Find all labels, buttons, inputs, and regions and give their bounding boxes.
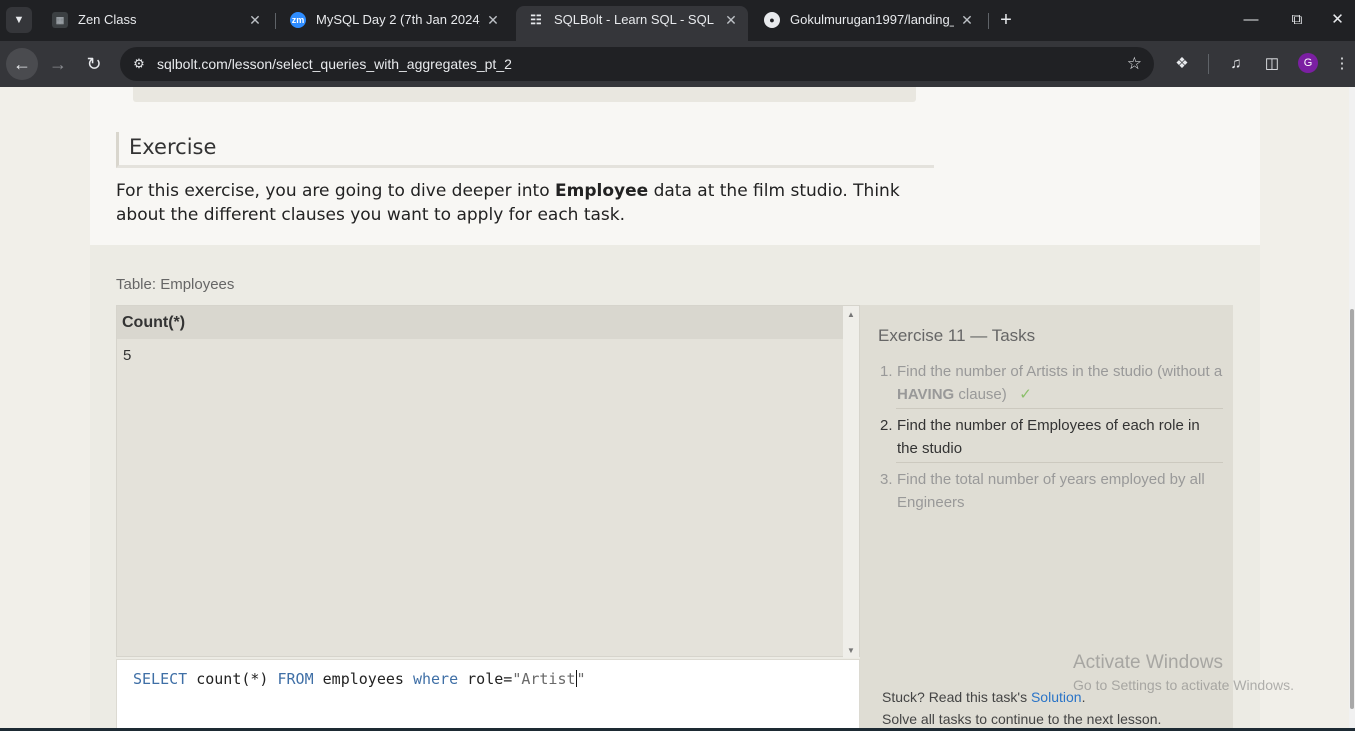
- task-bold: HAVING: [897, 386, 955, 403]
- back-arrow-icon[interactable]: ←: [6, 48, 38, 80]
- zoom-icon: zm: [290, 12, 306, 28]
- sql-keyword: where: [412, 670, 459, 688]
- results-header: Count(*): [117, 306, 844, 339]
- sql-editor[interactable]: SELECT count(*) FROM employees where rol…: [116, 659, 860, 731]
- browser-toolbar: ← → ↻ ⚙ sqlbolt.com/lesson/select_querie…: [0, 41, 1355, 87]
- sql-keyword: SELECT: [133, 670, 188, 688]
- checkmark-icon: ✓: [1019, 386, 1032, 403]
- minimize-icon[interactable]: —: [1228, 0, 1274, 40]
- previous-note-box: [133, 87, 916, 102]
- tab-title: Zen Class: [78, 12, 137, 27]
- task-number: 1.: [880, 363, 893, 380]
- restore-icon[interactable]: ⧉: [1274, 0, 1320, 40]
- url-text[interactable]: sqlbolt.com/lesson/select_queries_with_a…: [157, 47, 512, 81]
- task-divider: [896, 462, 1223, 463]
- tab-divider: [988, 13, 989, 29]
- column-header: Count(*): [122, 314, 186, 331]
- page-viewport: Exercise For this exercise, you are goin…: [0, 87, 1355, 731]
- close-tab-icon[interactable]: ✕: [958, 6, 976, 34]
- sql-text: role=: [458, 670, 513, 688]
- exercise-heading: Exercise: [116, 132, 934, 168]
- sql-string: ": [576, 670, 586, 688]
- activate-windows-title: Activate Windows: [1073, 652, 1223, 673]
- description-text: For this exercise, you are going to dive…: [116, 181, 556, 201]
- tab-github[interactable]: ● Gokulmurugan1997/landing_pa ✕: [752, 6, 984, 41]
- task-item-2: 2. Find the number of Employees of each r…: [878, 414, 1223, 460]
- task-divider: [896, 408, 1223, 409]
- close-tab-icon[interactable]: ✕: [246, 6, 264, 34]
- sql-keyword: FROM: [277, 670, 314, 688]
- scroll-up-icon[interactable]: ▲: [843, 308, 859, 322]
- side-panel-icon[interactable]: ◫: [1261, 53, 1283, 75]
- activate-windows-subtitle: Go to Settings to activate Windows.: [1073, 677, 1294, 693]
- results-table: Count(*) 5 ▲ ▼: [116, 305, 860, 658]
- task-item-3: 3. Find the total number of years employe…: [878, 468, 1223, 514]
- tab-zen-class[interactable]: ▦ Zen Class ✕: [40, 6, 272, 41]
- tab-search-chevron-icon[interactable]: ▼: [6, 7, 32, 33]
- more-menu-icon[interactable]: ⋮: [1331, 53, 1353, 75]
- close-tab-icon[interactable]: ✕: [722, 6, 740, 34]
- page-scrollbar[interactable]: [1349, 87, 1355, 731]
- exercise-description: For this exercise, you are going to dive…: [116, 179, 916, 227]
- new-tab-button[interactable]: +: [994, 7, 1018, 33]
- tab-title: SQLBolt - Learn SQL - SQL Less: [554, 12, 718, 27]
- task-text: clause): [954, 386, 1007, 403]
- sql-text: employees: [313, 670, 413, 688]
- page-scrollbar-thumb[interactable]: [1350, 309, 1354, 709]
- task-text: Find the number of Artists in the studio…: [897, 363, 1223, 380]
- task-number: 2.: [880, 417, 893, 434]
- exercise-heading-text: Exercise: [129, 135, 217, 159]
- forward-arrow-icon[interactable]: →: [42, 48, 74, 80]
- extensions-puzzle-icon[interactable]: ❖: [1171, 53, 1193, 75]
- profile-avatar[interactable]: G: [1298, 53, 1318, 73]
- task-item-1: 1. Find the number of Artists in the stud…: [878, 360, 1223, 406]
- sqlbolt-icon: ☷: [530, 12, 542, 27]
- sql-text: count(*): [187, 670, 278, 688]
- site-info-icon[interactable]: ⚙: [130, 55, 148, 73]
- tab-strip: ▼ ▦ Zen Class ✕ zm MySQL Day 2 (7th Jan …: [0, 0, 1355, 41]
- scroll-down-icon[interactable]: ▼: [843, 644, 859, 658]
- tab-title: Gokulmurugan1997/landing_pa: [790, 12, 954, 27]
- close-tab-icon[interactable]: ✕: [484, 6, 502, 34]
- sql-query[interactable]: SELECT count(*) FROM employees where rol…: [133, 670, 586, 688]
- task-text: Find the total number of years employed …: [897, 471, 1205, 511]
- stuck-text: Stuck? Read this task's: [882, 689, 1031, 705]
- lesson-section: Exercise For this exercise, you are goin…: [90, 87, 1260, 245]
- reload-icon[interactable]: ↻: [78, 48, 110, 80]
- github-icon: ●: [764, 12, 780, 28]
- description-bold: Employee: [555, 181, 649, 201]
- address-bar[interactable]: ⚙ sqlbolt.com/lesson/select_queries_with…: [120, 47, 1154, 81]
- result-cell: 5: [123, 347, 132, 364]
- tab-mysql-day-2[interactable]: zm MySQL Day 2 (7th Jan 2024): 10 ✕: [278, 6, 510, 41]
- task-text: Find the number of Employees of each rol…: [897, 417, 1200, 457]
- tasks-title: Exercise 11 — Tasks: [878, 326, 1036, 345]
- table-label: Table: Employees: [116, 276, 235, 293]
- solve-all-hint: Solve all tasks to continue to the next …: [882, 711, 1162, 727]
- media-control-icon[interactable]: ♫: [1225, 53, 1247, 75]
- toolbar-divider: [1208, 54, 1209, 74]
- results-scrollbar[interactable]: ▲ ▼: [843, 306, 859, 658]
- tab-divider: [275, 13, 276, 29]
- sql-string: "Artist: [512, 670, 576, 688]
- tab-sqlbolt[interactable]: ☷ SQLBolt - Learn SQL - SQL Less ✕: [516, 6, 748, 41]
- stuck-hint: Stuck? Read this task's Solution.: [882, 689, 1085, 705]
- close-window-icon[interactable]: ✕: [1320, 0, 1355, 40]
- task-number: 3.: [880, 471, 893, 488]
- tab-title: MySQL Day 2 (7th Jan 2024): 10: [316, 12, 480, 27]
- bookmark-star-icon[interactable]: ☆: [1127, 47, 1142, 81]
- zen-icon: ▦: [52, 12, 68, 28]
